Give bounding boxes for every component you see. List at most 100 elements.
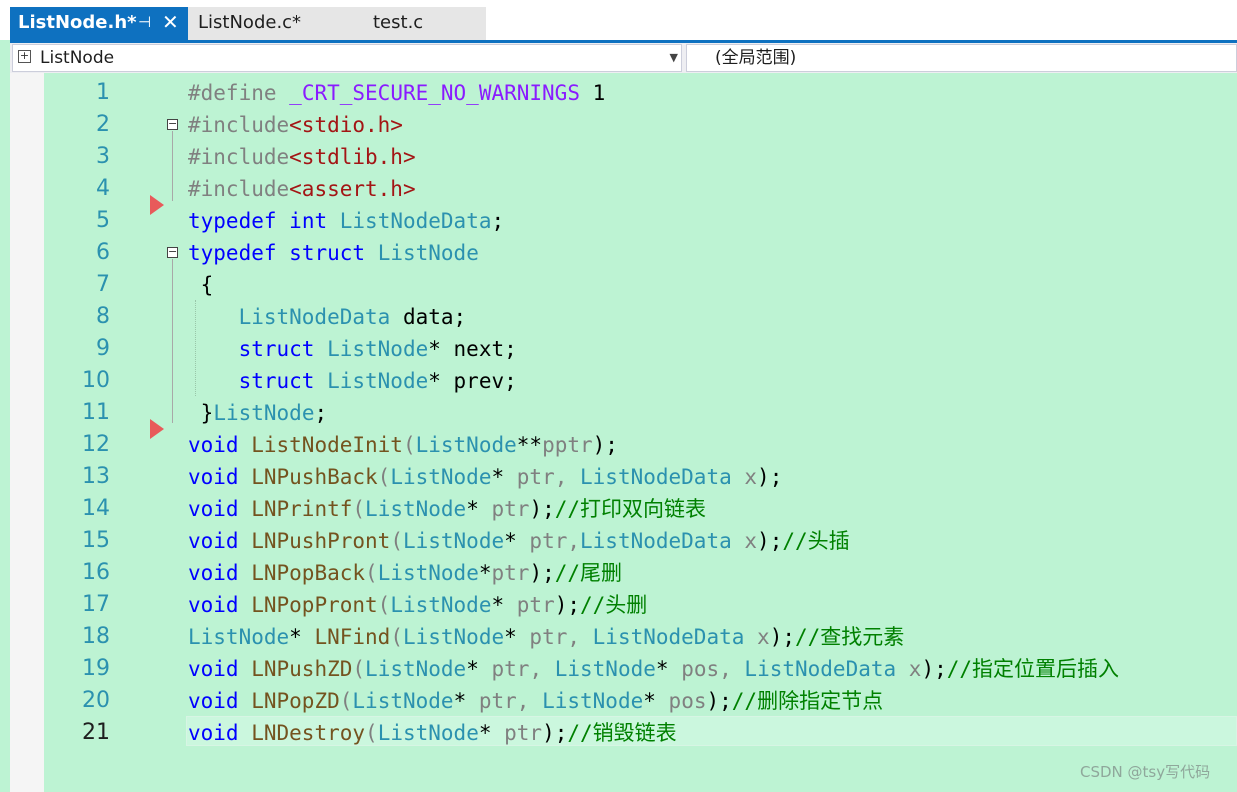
directive: #include xyxy=(188,113,290,137)
keyword: void xyxy=(188,593,239,617)
line-number: 2 xyxy=(96,112,110,137)
param-name: x xyxy=(744,529,758,553)
param-name: x xyxy=(757,625,770,649)
type-name: ListNode xyxy=(213,401,315,425)
chevron-down-icon[interactable]: ▼ xyxy=(670,45,678,71)
code-line-7[interactable]: { xyxy=(188,269,214,301)
class-scope-dropdown[interactable]: + ListNode ▼ xyxy=(12,44,682,72)
keyword: void xyxy=(188,657,239,681)
param-name: pos xyxy=(668,689,707,713)
code-line-21[interactable]: void LNDestroy(ListNode* ptr);//销毁链表 xyxy=(188,717,677,749)
navigation-bar: + ListNode ▼ (全局范围) xyxy=(10,43,1237,73)
param-name: ptr xyxy=(491,657,530,681)
document-tab-bar: ListNode.h* ⊣ ✕ ListNode.c* test.c xyxy=(0,0,1237,40)
code-line-9[interactable]: struct ListNode* next; xyxy=(188,333,517,365)
keyword: void xyxy=(188,497,239,521)
code-line-10[interactable]: struct ListNode* prev; xyxy=(188,365,517,397)
return-type: ListNode xyxy=(188,625,290,649)
class-scope-label: ListNode xyxy=(40,48,115,68)
line-number: 13 xyxy=(82,464,110,489)
code-line-6[interactable]: typedef struct ListNode xyxy=(188,237,479,269)
code-line-12[interactable]: void ListNodeInit(ListNode**pptr); xyxy=(188,429,618,461)
code-line-19[interactable]: void LNPushZD(ListNode* ptr, ListNode* p… xyxy=(188,653,1119,685)
code-line-11[interactable]: }ListNode; xyxy=(188,397,327,429)
code-line-3[interactable]: #include<stdlib.h> xyxy=(188,141,416,173)
param-type: ListNodeData xyxy=(580,465,732,489)
param-type: ListNode xyxy=(390,593,492,617)
code-line-16[interactable]: void LNPopBack(ListNode*ptr);//尾删 xyxy=(188,557,622,589)
code-line-5[interactable]: typedef int ListNodeData; xyxy=(188,205,504,237)
fold-line xyxy=(172,131,173,201)
param-name: pos xyxy=(681,657,720,681)
keyword: typedef xyxy=(188,241,277,265)
line-number: 7 xyxy=(96,272,110,297)
type-name: ListNodeData xyxy=(339,209,492,233)
include-file: <assert.h> xyxy=(289,177,416,201)
code-line-8[interactable]: ListNodeData data; xyxy=(188,301,467,333)
tab-label: ListNode.c* xyxy=(198,12,302,33)
keyword: void xyxy=(188,465,239,489)
param-type: ListNode xyxy=(377,561,479,585)
comment: //头删 xyxy=(580,593,648,617)
code-line-20[interactable]: void LNPopZD(ListNode* ptr, ListNode* po… xyxy=(188,685,883,717)
param-type: ListNode xyxy=(542,689,644,713)
editor-margin xyxy=(10,73,44,792)
member-scope-dropdown[interactable]: (全局范围) xyxy=(686,44,1237,72)
line-number: 14 xyxy=(82,496,110,521)
line-number: 17 xyxy=(82,592,110,617)
param-type: ListNodeData xyxy=(744,657,897,681)
collapse-icon[interactable]: − xyxy=(167,246,178,258)
param-name: pptr xyxy=(542,433,593,457)
param-type: ListNode xyxy=(554,657,656,681)
code-line-4[interactable]: #include<assert.h> xyxy=(188,173,416,205)
marker-arrow-icon[interactable] xyxy=(150,419,164,439)
macro-value: 1 xyxy=(592,81,606,105)
brace: } xyxy=(200,401,214,425)
watermark: CSDN @tsy写代码 xyxy=(1080,763,1211,781)
function-name: LNPushZD xyxy=(251,657,353,681)
code-line-13[interactable]: void LNPushBack(ListNode* ptr, ListNodeD… xyxy=(188,461,782,493)
code-line-15[interactable]: void LNPushPront(ListNode* ptr,ListNodeD… xyxy=(188,525,850,557)
tab-listnode-c[interactable]: ListNode.c* xyxy=(188,7,362,40)
punct: ); xyxy=(706,689,732,713)
code-line-17[interactable]: void LNPopPront(ListNode* ptr);//头删 xyxy=(188,589,647,621)
pin-icon[interactable]: ⊣ xyxy=(138,7,151,38)
line-number: 12 xyxy=(82,432,110,457)
line-number-current: 21 xyxy=(82,720,110,745)
line-number: 6 xyxy=(96,240,110,265)
punct: ); xyxy=(529,497,555,521)
member: data; xyxy=(402,305,467,329)
function-name: LNFind xyxy=(314,625,391,649)
param-type: ListNode xyxy=(365,657,467,681)
punct: ); xyxy=(757,465,783,489)
pointer: ** xyxy=(516,433,543,457)
member: * prev; xyxy=(428,369,517,393)
param-name: ptr xyxy=(491,497,530,521)
close-icon[interactable]: ✕ xyxy=(162,7,179,38)
code-line-14[interactable]: void LNPrintf(ListNode* ptr);//打印双向链表 xyxy=(188,493,706,525)
directive: #include xyxy=(188,177,290,201)
line-number: 10 xyxy=(82,368,110,393)
code-line-1[interactable]: #define _CRT_SECURE_NO_WARNINGS 1 xyxy=(188,77,605,109)
marker-arrow-icon[interactable] xyxy=(150,195,164,215)
code-line-2[interactable]: #include<stdio.h> xyxy=(188,109,403,141)
collapse-icon[interactable]: − xyxy=(167,118,178,130)
keyword: void xyxy=(188,721,239,745)
brace: { xyxy=(200,273,214,297)
code-line-18[interactable]: ListNode* LNFind(ListNode* ptr, ListNode… xyxy=(188,621,904,653)
fold-line xyxy=(172,259,173,423)
punct: ); xyxy=(554,593,581,617)
line-number: 8 xyxy=(96,304,110,329)
type-name: ListNode xyxy=(377,241,479,265)
param-type: ListNode xyxy=(402,625,505,649)
param-name: ptr xyxy=(478,689,517,713)
tab-label: test.c xyxy=(373,12,424,33)
tab-listnode-h[interactable]: ListNode.h* ⊣ ✕ xyxy=(10,7,188,40)
tab-test-c[interactable]: test.c xyxy=(362,7,486,40)
param-name: x xyxy=(908,657,922,681)
punct: ); xyxy=(921,657,947,681)
function-name: LNPrintf xyxy=(251,497,353,521)
param-type: ListNode xyxy=(402,529,505,553)
line-number: 19 xyxy=(82,656,110,681)
comment: //头插 xyxy=(782,529,850,553)
